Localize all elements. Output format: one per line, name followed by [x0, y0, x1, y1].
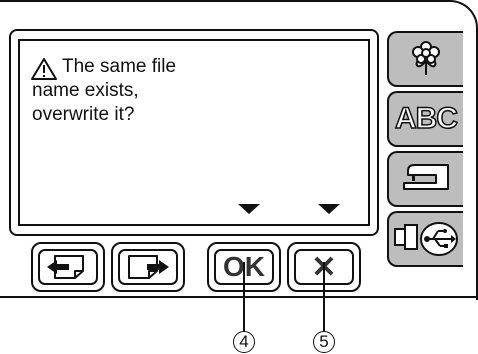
callout-line-ok [243, 262, 245, 332]
ok-pointer-arrow [238, 204, 260, 214]
usb-tab[interactable] [387, 211, 463, 267]
sewing-machine-tab[interactable] [387, 151, 463, 207]
usb-icon [394, 222, 458, 256]
callout-number-cancel: 5 [313, 331, 335, 353]
callout-number-ok: 4 [233, 331, 255, 353]
page-forward-icon [128, 255, 169, 279]
flower-icon [412, 41, 440, 75]
dialog-line-2: name exists, [32, 80, 139, 101]
lcd-screen: The same file name exists, overwrite it? [18, 39, 370, 226]
flower-pattern-tab[interactable] [387, 31, 463, 87]
lcd-screen-bezel: The same file name exists, overwrite it? [9, 29, 379, 236]
sewing-machine-icon [403, 164, 449, 190]
previous-page-button[interactable] [31, 242, 105, 292]
dialog-line-3: overwrite it? [32, 104, 135, 125]
dialog-message: The same file name exists, overwrite it? [31, 55, 176, 127]
panel-edge [0, 296, 478, 298]
abc-tab-label: ABC [394, 101, 459, 136]
next-page-button[interactable] [111, 242, 185, 292]
abc-letters-tab[interactable]: ABC [387, 91, 463, 147]
cancel-pointer-arrow [318, 204, 340, 214]
callout-line-cancel [323, 262, 325, 332]
warning-triangle-icon [31, 58, 57, 80]
page-back-icon [47, 255, 84, 279]
